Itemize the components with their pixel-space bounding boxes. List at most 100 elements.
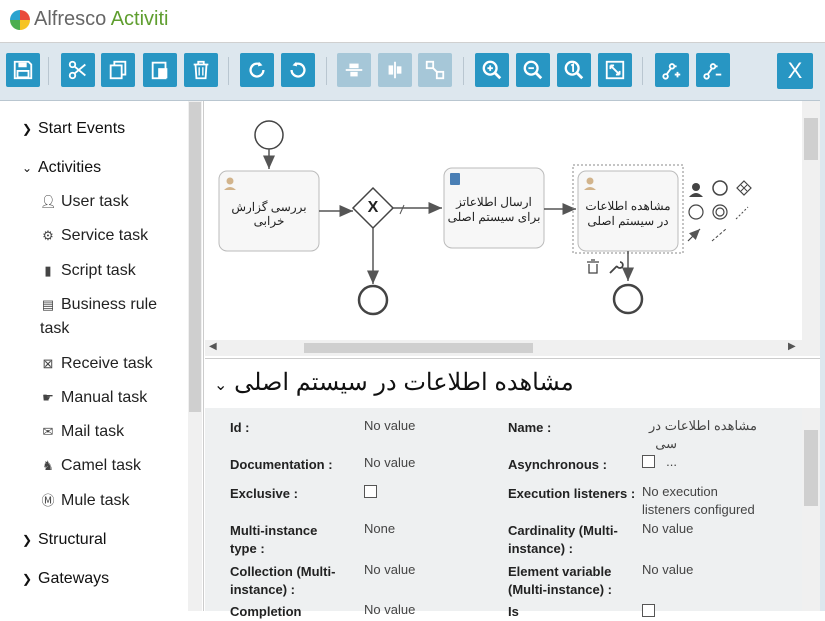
remove-bendpoint-icon bbox=[703, 63, 722, 80]
align-horizontal-icon bbox=[345, 63, 363, 77]
prop-execution-listeners-label: Execution listeners : bbox=[508, 486, 636, 501]
user-task-shortcut-icon[interactable] bbox=[692, 183, 700, 191]
association-shortcut-icon[interactable] bbox=[735, 206, 749, 220]
palette-group-start-events[interactable]: ❯ Start Events bbox=[22, 120, 125, 138]
toolbar-separator bbox=[642, 57, 643, 85]
flow-shortcut-icon[interactable] bbox=[687, 228, 701, 242]
paste-button[interactable] bbox=[143, 53, 177, 87]
prop-name-value[interactable]: مشاهده اطلاعات در bbox=[642, 417, 757, 435]
intermediate-event-shortcut-icon[interactable] bbox=[712, 204, 728, 220]
prop-cardinality-value[interactable]: No value bbox=[642, 520, 693, 538]
copy-button[interactable] bbox=[101, 53, 135, 87]
cut-icon bbox=[68, 60, 86, 80]
palette-item-business-rule-task[interactable]: ▤ Business rule bbox=[40, 293, 180, 317]
prop-is-label: Is bbox=[508, 604, 519, 619]
palette-item-label: Mail task bbox=[61, 423, 125, 440]
app-logo: Alfresco Activiti bbox=[34, 8, 169, 31]
palette-item-manual-task[interactable]: ☛ Manual task bbox=[40, 386, 147, 410]
prop-collection-value[interactable]: No value bbox=[364, 561, 415, 579]
palette-item-user-task[interactable]: 👤︎ User task bbox=[40, 190, 129, 214]
task3-label-line1: مشاهده اطلاعات bbox=[585, 199, 671, 213]
right-border bbox=[820, 43, 825, 611]
mule-icon: Ⓜ bbox=[41, 493, 55, 508]
toolbar-separator bbox=[48, 57, 49, 85]
remove-bendpoint-button[interactable] bbox=[696, 53, 730, 87]
process-canvas[interactable]: بررسی گزارش خرابی X ارسال اطلاعاتز برای … bbox=[205, 101, 820, 357]
prop-execution-listeners-value-line2[interactable]: listeners configured bbox=[642, 501, 755, 519]
user-icon bbox=[586, 177, 594, 185]
end-event-shortcut-icon[interactable] bbox=[712, 180, 728, 196]
zoom-out-button[interactable] bbox=[516, 53, 550, 87]
zoom-in-icon bbox=[482, 60, 502, 80]
chevron-right-icon: ❯ bbox=[22, 533, 33, 547]
palette-scrollbar-thumb[interactable] bbox=[189, 102, 201, 412]
zoom-in-button[interactable] bbox=[475, 53, 509, 87]
end-event[interactable] bbox=[357, 284, 389, 316]
zoom-fit-icon bbox=[605, 60, 625, 80]
paste-icon bbox=[151, 61, 168, 80]
palette-item-script-task[interactable]: ▮ Script task bbox=[40, 259, 135, 283]
properties-title-text: مشاهده اطلاعات در سیستم اصلی bbox=[234, 369, 574, 396]
prop-multi-instance-type-value[interactable]: None bbox=[364, 520, 395, 538]
scroll-right-icon[interactable]: ▶ bbox=[788, 341, 796, 352]
prop-id-value[interactable]: No value bbox=[364, 417, 415, 435]
align-horizontal-button[interactable] bbox=[337, 53, 371, 87]
palette-group-gateways[interactable]: ❯ Gateways bbox=[22, 570, 109, 588]
logo-text-alfresco: Alfresco bbox=[34, 8, 107, 30]
same-size-button[interactable] bbox=[418, 53, 452, 87]
timer-event-shortcut-icon[interactable] bbox=[688, 204, 704, 220]
prop-id-label: Id : bbox=[230, 420, 250, 435]
canvas-horizontal-scrollbar-thumb[interactable] bbox=[304, 343, 533, 353]
prop-cardinality-label: Cardinality (Multi- bbox=[508, 523, 618, 538]
prop-collection-label-line2: instance) : bbox=[230, 582, 296, 597]
scroll-left-icon[interactable]: ◀ bbox=[209, 341, 217, 352]
prop-element-variable-label-line2: (Multi-instance) : bbox=[508, 582, 612, 597]
zoom-out-icon bbox=[523, 60, 543, 80]
palette-item-service-task[interactable]: ⚙ Service task bbox=[40, 224, 148, 248]
align-vertical-button[interactable] bbox=[378, 53, 412, 87]
palette-item-business-rule-task-line2[interactable]: task bbox=[40, 317, 69, 341]
add-bendpoint-button[interactable] bbox=[655, 53, 689, 87]
prop-element-variable-value[interactable]: No value bbox=[642, 561, 693, 579]
palette-group-label: Start Events bbox=[38, 120, 126, 137]
dotted-flow-shortcut-icon[interactable] bbox=[711, 228, 727, 242]
zoom-fit-button[interactable] bbox=[598, 53, 632, 87]
script-icon bbox=[450, 173, 460, 185]
envelope-open-icon: ⊠ bbox=[42, 356, 54, 371]
palette-item-label: task bbox=[40, 320, 70, 337]
palette-item-label: Receive task bbox=[61, 355, 153, 372]
prop-collection-label: Collection (Multi- bbox=[230, 564, 336, 579]
redo-button[interactable] bbox=[240, 53, 274, 87]
palette-item-mule-task[interactable]: Ⓜ Mule task bbox=[40, 489, 129, 513]
delete-shape-icon[interactable] bbox=[587, 259, 599, 274]
asynchronous-checkbox[interactable] bbox=[642, 455, 655, 468]
palette-group-structural[interactable]: ❯ Structural bbox=[22, 531, 106, 549]
palette-item-camel-task[interactable]: ♞ Camel task bbox=[40, 454, 141, 478]
end-event[interactable] bbox=[612, 283, 644, 315]
undo-button[interactable] bbox=[281, 53, 315, 87]
exclusive-checkbox[interactable] bbox=[364, 485, 377, 498]
zoom-actual-button[interactable] bbox=[557, 53, 591, 87]
prop-documentation-value[interactable]: No value bbox=[364, 454, 415, 472]
save-button[interactable] bbox=[6, 53, 40, 87]
palette-item-receive-task[interactable]: ⊠ Receive task bbox=[40, 352, 153, 376]
properties-grid: Id : No value Documentation : No value E… bbox=[205, 408, 802, 619]
prop-completion-label: Completion bbox=[230, 604, 302, 619]
palette-group-activities[interactable]: ⌄ Activities bbox=[22, 159, 101, 177]
bpmn-diagram[interactable] bbox=[205, 101, 820, 357]
properties-title[interactable]: مشاهده اطلاعات در سیستم اصلی ⌄ bbox=[214, 368, 574, 397]
prop-execution-listeners-value[interactable]: No execution bbox=[642, 483, 718, 501]
wrench-icon[interactable] bbox=[609, 261, 624, 274]
prop-completion-value[interactable]: No value bbox=[364, 601, 415, 619]
canvas-vertical-scrollbar-thumb[interactable] bbox=[804, 118, 818, 160]
palette-item-mail-task[interactable]: ✉ Mail task bbox=[40, 420, 125, 444]
palette-item-label: Business rule bbox=[61, 296, 158, 313]
app-header: Alfresco Activiti bbox=[0, 0, 825, 43]
close-editor-button[interactable]: X bbox=[777, 53, 813, 89]
hand-icon: ☛ bbox=[42, 390, 54, 405]
start-event[interactable] bbox=[254, 120, 284, 150]
delete-button[interactable] bbox=[184, 53, 218, 87]
properties-scrollbar-thumb[interactable] bbox=[804, 430, 818, 506]
same-size-icon bbox=[425, 60, 445, 80]
cut-button[interactable] bbox=[61, 53, 95, 87]
